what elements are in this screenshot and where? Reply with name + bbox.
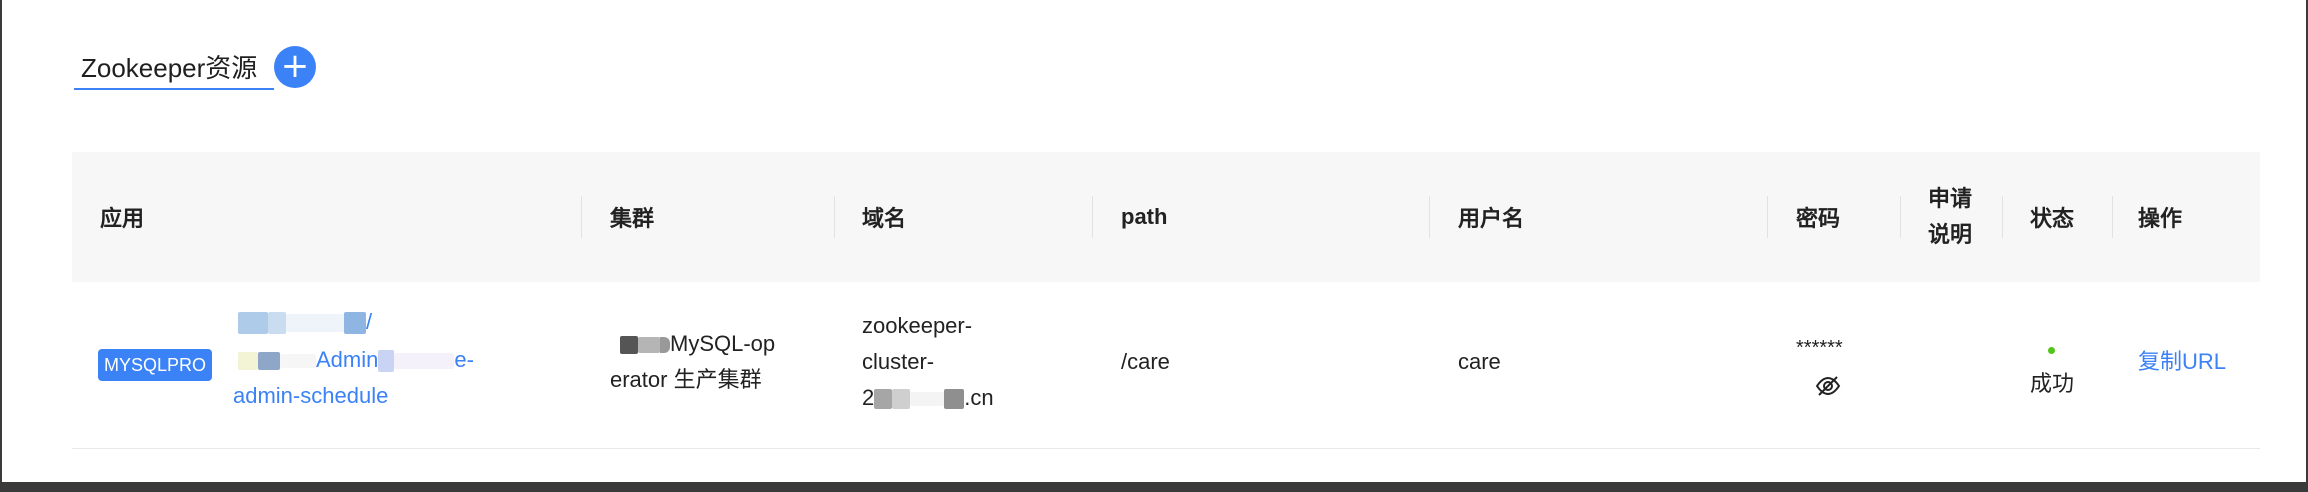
- domain-line3: 2 .cn: [862, 385, 994, 410]
- cluster-line2: erator 生产集群: [610, 367, 762, 392]
- section-title: Zookeeper资源: [81, 53, 258, 83]
- column-header-actions: 操作: [2138, 206, 2183, 231]
- column-separator: [2002, 196, 2003, 238]
- table-header: 应用 集群 域名 path 用户名 密码 申请说明 状态 操作: [72, 152, 2260, 282]
- column-header-password: 密码: [1796, 206, 1841, 231]
- domain-line2: cluster-: [862, 349, 935, 374]
- column-separator: [834, 196, 835, 238]
- domain-line1: zookeeper-: [862, 313, 973, 338]
- password-value: ******: [1796, 337, 1843, 359]
- app-link-line1[interactable]: /: [238, 304, 372, 340]
- column-separator: [1092, 196, 1093, 238]
- section-tab[interactable]: Zookeeper资源: [74, 34, 274, 90]
- plus-icon: +: [280, 46, 310, 86]
- username-value: care: [1458, 349, 1501, 374]
- column-header-status: 状态: [2030, 206, 2075, 231]
- column-separator: [2112, 196, 2113, 238]
- window-bottom-edge: [0, 482, 2308, 492]
- column-header-description: 申请说明: [1928, 186, 1973, 247]
- column-header-domain: 域名: [862, 206, 907, 231]
- zookeeper-table: 应用 集群 域名 path 用户名 密码 申请说明 状态 操作 MYSQLPRO: [72, 152, 2260, 449]
- path-value: /care: [1121, 349, 1170, 374]
- column-separator: [1429, 196, 1430, 238]
- column-header-cluster: 集群: [610, 206, 655, 231]
- app-link-line3[interactable]: admin-schedule: [233, 378, 388, 414]
- status-dot-icon: [2048, 347, 2055, 354]
- add-resource-button[interactable]: +: [274, 46, 316, 88]
- column-separator: [1767, 196, 1768, 238]
- status-text: 成功: [2030, 371, 2075, 396]
- app-link-line2[interactable]: Admin e-: [238, 342, 474, 378]
- eye-slash-icon[interactable]: [1814, 372, 1842, 400]
- app-tag[interactable]: MYSQLPRO: [98, 346, 213, 382]
- table-row: MYSQLPRO / Admin e- admin-schedule MySQL-…: [72, 282, 2260, 449]
- copy-url-button[interactable]: 复制URL: [2138, 344, 2226, 380]
- column-separator: [581, 196, 582, 238]
- column-separator: [1900, 196, 1901, 238]
- column-header-path: path: [1121, 204, 1168, 229]
- column-header-app: 应用: [100, 206, 145, 231]
- cluster-line1: MySQL-op: [620, 326, 775, 362]
- resource-panel: Zookeeper资源 + 应用 集群 域名 path 用户名 密码 申请说明 …: [2, 0, 2306, 482]
- column-header-username: 用户名: [1458, 206, 1525, 231]
